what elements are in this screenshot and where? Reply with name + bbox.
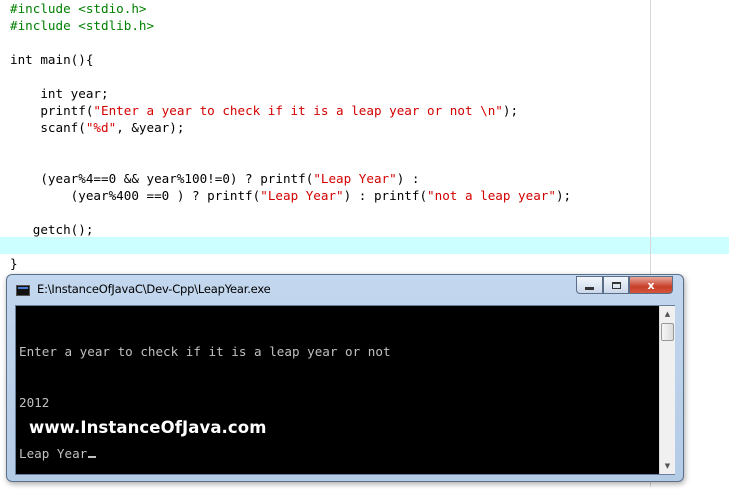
code-token: ) : printf(: [343, 188, 428, 203]
code-line: int main(){: [10, 51, 93, 68]
code-line: }: [10, 255, 18, 272]
code-token: ) :: [396, 171, 420, 186]
code-line: (year%400 ==0 ) ? printf("Leap Year") : …: [10, 187, 571, 204]
minimize-button[interactable]: [576, 276, 603, 294]
text-cursor: [88, 456, 97, 458]
code-token: int year;: [40, 86, 109, 101]
console-line: Enter a year to check if it is a leap ye…: [19, 344, 391, 359]
string-literal: "not a leap year": [427, 188, 556, 203]
string-literal: "Leap Year": [313, 171, 397, 186]
string-literal: "Leap Year": [260, 188, 344, 203]
maximize-icon: [611, 281, 621, 289]
code-line: printf("Enter a year to check if it is a…: [10, 102, 518, 119]
code-token: int main(){: [10, 52, 94, 67]
code-line: getch();: [10, 221, 94, 238]
code-line: int year;: [10, 85, 109, 102]
code-token: }: [10, 256, 18, 271]
code-token: );: [555, 188, 572, 203]
scroll-up-arrow-icon[interactable]: ▲: [660, 306, 675, 322]
console-line: 2012: [19, 395, 50, 410]
code-line: (year%4==0 && year%100!=0) ? printf("Lea…: [10, 170, 419, 187]
close-button[interactable]: x: [629, 276, 673, 294]
console-window[interactable]: E:\InstanceOfJavaC\Dev-Cpp\LeapYear.exe …: [6, 274, 684, 482]
code-token: printf(: [40, 103, 94, 118]
code-token: (year%4==0 && year%100!=0) ? printf(: [40, 171, 314, 186]
console-line-text: Leap Year: [19, 446, 88, 461]
console-text: Enter a year to check if it is a leap ye…: [19, 309, 649, 496]
console-line: Leap Year: [19, 445, 649, 462]
window-title: E:\InstanceOfJavaC\Dev-Cpp\LeapYear.exe: [37, 282, 271, 296]
scrollbar-thumb[interactable]: [661, 323, 674, 341]
code-token: );: [502, 103, 519, 118]
code-line: #include <stdio.h>: [10, 0, 146, 17]
watermark-text: www.InstanceOfJava.com: [29, 418, 267, 437]
code-line: scanf("%d", &year);: [10, 119, 184, 136]
preprocessor-directive: #include <stdlib.h>: [10, 18, 155, 33]
title-bar[interactable]: E:\InstanceOfJavaC\Dev-Cpp\LeapYear.exe …: [7, 275, 683, 303]
current-line-highlight: [0, 237, 729, 254]
console-app-icon: [16, 285, 30, 296]
string-literal: "%d": [85, 120, 117, 135]
string-literal: "Enter a year to check if it is a leap y…: [93, 103, 503, 118]
code-token: , &year);: [116, 120, 185, 135]
minimize-icon: [585, 286, 594, 290]
code-token: (year%400 ==0 ) ? printf(: [70, 188, 261, 203]
code-line: #include <stdlib.h>: [10, 17, 154, 34]
vertical-scrollbar[interactable]: ▲ ▼: [659, 306, 675, 474]
console-output-area[interactable]: Enter a year to check if it is a leap ye…: [15, 305, 675, 475]
maximize-button[interactable]: [603, 276, 629, 294]
preprocessor-directive: #include <stdio.h>: [10, 1, 147, 16]
scroll-down-arrow-icon[interactable]: ▼: [660, 458, 675, 474]
code-token: scanf(: [40, 120, 86, 135]
code-token: getch();: [32, 222, 94, 237]
